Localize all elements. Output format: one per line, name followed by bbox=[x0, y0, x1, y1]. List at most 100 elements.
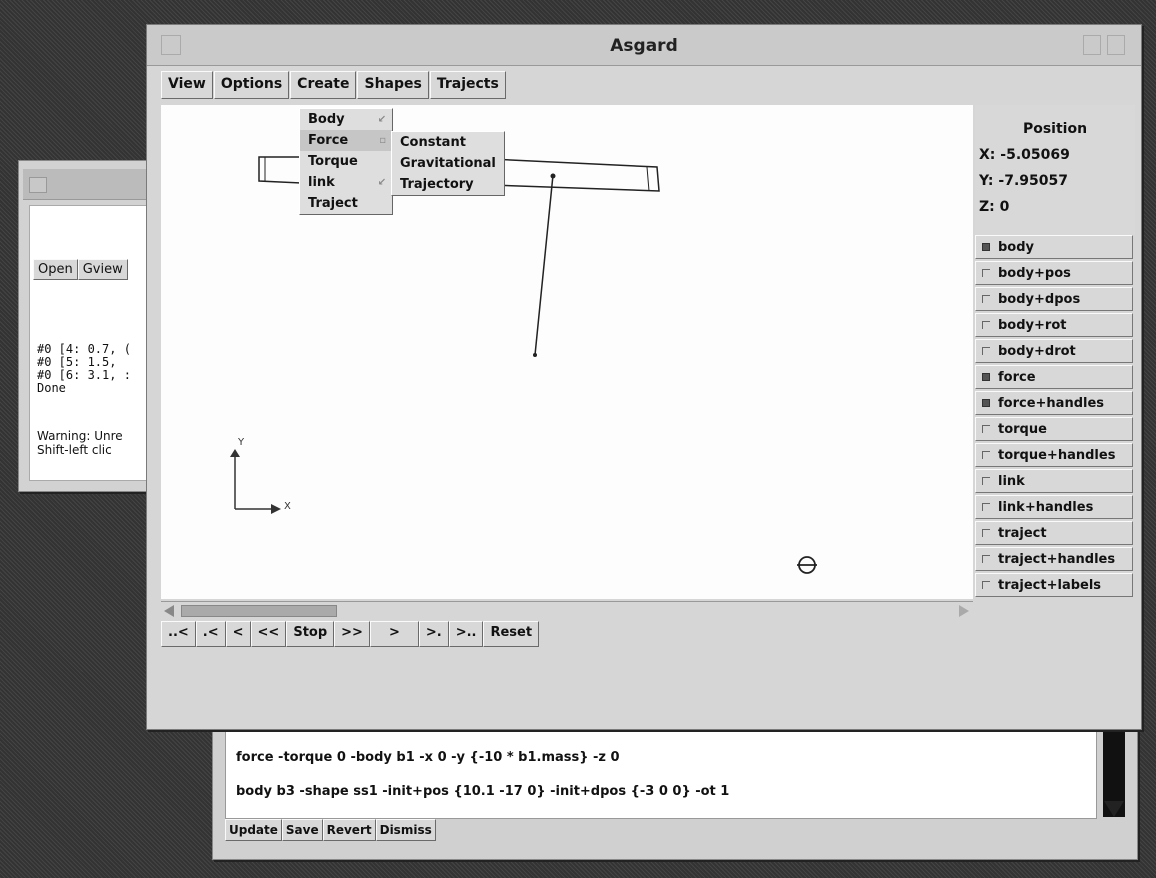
scene-canvas[interactable]: Y X Body ↙ Force ▫ Torque link ↙ Traject Co… bbox=[161, 105, 973, 599]
layer-toggle[interactable]: body+pos bbox=[975, 261, 1133, 285]
gview-titlebar[interactable] bbox=[23, 169, 165, 200]
force-handle[interactable] bbox=[550, 173, 556, 179]
scroll-down-icon[interactable] bbox=[1104, 801, 1124, 817]
force-handle[interactable] bbox=[533, 353, 537, 357]
command-buttons: Update Save Revert Dismiss bbox=[225, 819, 436, 841]
checkbox[interactable] bbox=[982, 477, 990, 485]
layer-label: body+pos bbox=[998, 265, 1071, 281]
window-title: Asgard bbox=[610, 36, 678, 56]
body-edge bbox=[646, 166, 650, 192]
position-title: Position bbox=[1022, 121, 1088, 137]
save-button[interactable]: Save bbox=[281, 819, 323, 841]
step-forward-button[interactable]: > bbox=[369, 621, 419, 647]
submenu-arrow-icon: ↙ bbox=[377, 177, 386, 188]
layer-toggle[interactable]: torque bbox=[975, 417, 1133, 441]
scroll-right-icon[interactable] bbox=[959, 605, 969, 617]
command-line: body b3 -shape ss1 -init+pos {10.1 -17 0… bbox=[236, 784, 730, 799]
layer-toggle[interactable]: body+rot bbox=[975, 313, 1133, 337]
checkbox[interactable] bbox=[982, 373, 990, 381]
asgard-titlebar[interactable]: Asgard bbox=[147, 25, 1141, 66]
menu-shapes[interactable]: Shapes bbox=[357, 71, 429, 99]
create-menu-item[interactable]: link ↙ bbox=[300, 172, 392, 193]
update-button[interactable]: Update bbox=[225, 819, 282, 841]
menu-item-label: link bbox=[308, 175, 335, 190]
layer-toggle[interactable]: force+handles bbox=[975, 391, 1133, 415]
playback-controls: ..< .< < << Stop >> > >. >.. Reset bbox=[161, 621, 540, 647]
checkbox[interactable] bbox=[982, 321, 990, 329]
gview-button[interactable]: Gview bbox=[77, 259, 128, 280]
layer-label: link+handles bbox=[998, 499, 1094, 515]
layer-toggle[interactable]: link bbox=[975, 469, 1133, 493]
command-text-area[interactable]: force -torque 0 -body b1 -x 0 -y {-10 * … bbox=[225, 727, 1097, 819]
long-body-shape[interactable] bbox=[490, 158, 660, 192]
position-panel: Position X: -5.05069 Y: -7.95057 Z: 0 bbox=[975, 105, 1135, 235]
create-menu-item[interactable]: Traject bbox=[300, 193, 392, 214]
layer-toggle[interactable]: body bbox=[975, 235, 1133, 259]
checkbox[interactable] bbox=[982, 269, 990, 277]
reset-button[interactable]: Reset bbox=[483, 621, 540, 647]
open-button[interactable]: Open bbox=[33, 259, 78, 280]
layer-list: body body+pos body+dpos body+rot body+dr… bbox=[975, 235, 1133, 599]
layer-label: traject+handles bbox=[998, 551, 1116, 567]
command-window: force -torque 0 -body b1 -x 0 -y {-10 * … bbox=[212, 716, 1138, 860]
gview-log: #0 [4: 0.7, (#0 [5: 1.5, #0 [6: 3.1, : Do… bbox=[37, 343, 131, 395]
checkbox[interactable] bbox=[982, 295, 990, 303]
force-submenu-item[interactable]: Gravitational bbox=[392, 153, 504, 174]
menu-options[interactable]: Options bbox=[213, 71, 290, 99]
create-menu-item[interactable]: Body ↙ bbox=[300, 109, 392, 130]
y-axis-label: Y bbox=[237, 437, 245, 448]
layer-toggle[interactable]: body+dpos bbox=[975, 287, 1133, 311]
menu-item-label: Force bbox=[308, 133, 349, 148]
maximize-icon[interactable] bbox=[1107, 35, 1125, 55]
create-menu-item[interactable]: Torque bbox=[300, 151, 392, 172]
forward-end-button[interactable]: >.. bbox=[448, 621, 484, 647]
command-scrollbar[interactable] bbox=[1103, 727, 1125, 817]
checkbox[interactable] bbox=[982, 555, 990, 563]
stop-button[interactable]: Stop bbox=[286, 621, 335, 647]
checkbox[interactable] bbox=[982, 243, 990, 251]
checkbox[interactable] bbox=[982, 581, 990, 589]
layer-label: torque bbox=[998, 421, 1047, 437]
scene-drawing: Y X bbox=[230, 156, 817, 574]
checkbox[interactable] bbox=[982, 451, 990, 459]
create-menu-item[interactable]: Force ▫ bbox=[300, 130, 392, 151]
layer-toggle[interactable]: torque+handles bbox=[975, 443, 1133, 467]
warning-line: Warning: Unre bbox=[37, 429, 123, 443]
menu-create[interactable]: Create bbox=[290, 71, 357, 99]
layer-toggle[interactable]: traject+handles bbox=[975, 547, 1133, 571]
checkbox[interactable] bbox=[982, 399, 990, 407]
step-forward-fast-button[interactable]: >. bbox=[418, 621, 449, 647]
force-submenu-item[interactable]: Constant bbox=[392, 132, 504, 153]
layer-toggle[interactable]: force bbox=[975, 365, 1133, 389]
horizontal-scrollbar[interactable] bbox=[161, 601, 973, 620]
minimize-icon[interactable] bbox=[1083, 35, 1101, 55]
force-vector[interactable] bbox=[534, 174, 554, 356]
menu-trajects[interactable]: Trajects bbox=[429, 71, 506, 99]
submenu-arrow-icon: ▫ bbox=[379, 135, 386, 146]
scroll-thumb[interactable] bbox=[181, 605, 337, 617]
dismiss-button[interactable]: Dismiss bbox=[375, 819, 436, 841]
checkbox[interactable] bbox=[982, 503, 990, 511]
scroll-left-icon[interactable] bbox=[164, 605, 174, 617]
gview-toolbar: Open Gview bbox=[33, 259, 128, 280]
x-axis-arrow-icon bbox=[271, 504, 281, 514]
layer-label: force+handles bbox=[998, 395, 1105, 411]
step-back-fast-button[interactable]: .< bbox=[195, 621, 226, 647]
layer-toggle[interactable]: link+handles bbox=[975, 495, 1133, 519]
checkbox[interactable] bbox=[982, 425, 990, 433]
checkbox[interactable] bbox=[982, 347, 990, 355]
checkbox[interactable] bbox=[982, 529, 990, 537]
play-backward-button[interactable]: << bbox=[250, 621, 287, 647]
submenu-arrow-icon: ↙ bbox=[377, 114, 386, 125]
layer-toggle[interactable]: traject+labels bbox=[975, 573, 1133, 597]
layer-toggle[interactable]: traject bbox=[975, 521, 1133, 545]
step-back-button[interactable]: < bbox=[225, 621, 251, 647]
force-submenu-item[interactable]: Trajectory bbox=[392, 174, 504, 195]
layer-label: body+rot bbox=[998, 317, 1067, 333]
layer-toggle[interactable]: body+drot bbox=[975, 339, 1133, 363]
menu-view[interactable]: View bbox=[161, 71, 213, 99]
window-menu-icon[interactable] bbox=[29, 177, 47, 193]
revert-button[interactable]: Revert bbox=[322, 819, 376, 841]
play-forward-button[interactable]: >> bbox=[334, 621, 370, 647]
rewind-start-button[interactable]: ..< bbox=[161, 621, 196, 647]
